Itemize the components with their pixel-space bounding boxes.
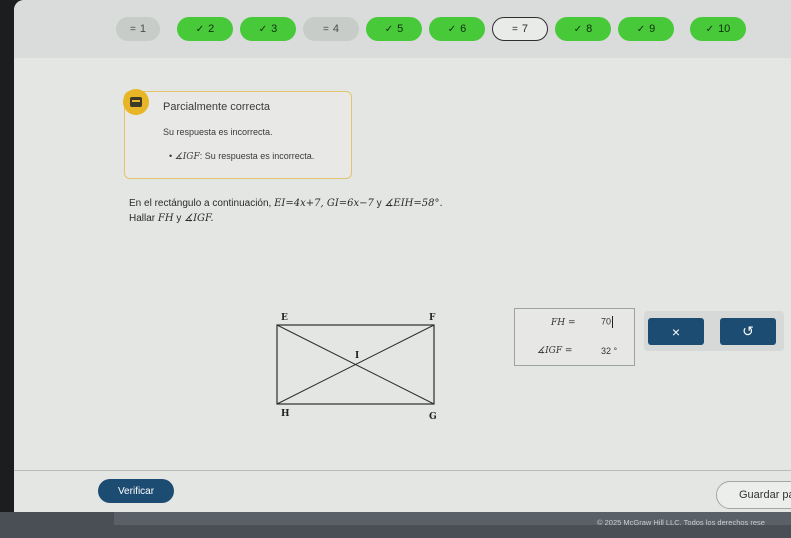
feedback-bullet-text: : Su respuesta es incorrecta. [199,151,315,161]
equals-icon: = [323,23,329,35]
igf-input[interactable]: 32 ° [601,346,617,356]
partial-feedback-icon [123,89,149,115]
nav-item-1[interactable]: = 1 [116,17,160,41]
nav-item-8[interactable]: ✓ 8 [555,17,611,41]
fh-label: FH = [551,318,576,328]
feedback-title: Parcialmente correcta [163,101,270,113]
nav-item-7[interactable]: = 7 [492,17,548,41]
nav-item-4[interactable]: = 4 [303,17,359,41]
vertex-label-e: E [281,313,288,323]
check-icon: ✓ [258,23,268,35]
check-icon: ✓ [447,23,457,35]
screen: = 1 ✓ 2 ✓ 3 = 4 ✓ 5 ✓ 6 = 7 ✓ 8 ✓ 9 ✓ 10 Parc [14,0,791,512]
verify-button[interactable]: Verificar [98,479,174,503]
check-icon: ✓ [384,23,394,35]
vertex-label-i: I [355,351,359,361]
nav-item-10[interactable]: ✓ 10 [690,17,746,41]
fh-input[interactable]: 70 [601,316,614,328]
problem-statement: En el rectángulo a continuación, EI=4x+7… [129,198,443,209]
answer-box: FH = 70 ∡IGF = 32 ° [514,308,635,366]
nav-item-3[interactable]: ✓ 3 [240,17,296,41]
feedback-bullet-math: ∡IGF [174,152,200,162]
copyright-text: © 2025 McGraw Hill LLC. Todos los derech… [597,518,765,527]
nav-item-5[interactable]: ✓ 5 [366,17,422,41]
nav-item-2[interactable]: ✓ 2 [177,17,233,41]
close-icon: × [671,323,681,340]
check-icon: ✓ [195,23,205,35]
igf-label: ∡IGF = [537,346,573,356]
equals-icon: = [512,23,518,35]
problem-question: Hallar FH y ∡IGF. [129,213,214,224]
undo-button[interactable]: ↺ [720,318,776,345]
answer-tools: × ↺ [644,311,784,351]
nav-item-6[interactable]: ✓ 6 [429,17,485,41]
check-icon: ✓ [705,23,715,35]
rectangle-diagram: E F I H G [276,313,437,422]
clear-button[interactable]: × [648,318,704,345]
check-icon: ✓ [636,23,646,35]
feedback-subtitle: Su respuesta es incorrecta. [163,127,273,137]
check-icon: ✓ [573,23,583,35]
nav-item-9[interactable]: ✓ 9 [618,17,674,41]
save-for-later-button[interactable]: Guardar para [716,481,791,509]
undo-icon: ↺ [742,323,754,339]
equals-icon: = [130,23,136,35]
vertex-label-f: F [429,313,436,323]
feedback-bullet: • ∡IGF: Su respuesta es incorrecta. [169,151,314,162]
divider [14,470,791,471]
vertex-label-g: G [429,412,437,422]
text-caret [612,316,614,328]
vertex-label-h: H [281,409,290,419]
feedback-panel: Parcialmente correcta Su respuesta es in… [123,89,352,179]
question-nav: = 1 ✓ 2 ✓ 3 = 4 ✓ 5 ✓ 6 = 7 ✓ 8 ✓ 9 ✓ 10 [14,0,791,58]
